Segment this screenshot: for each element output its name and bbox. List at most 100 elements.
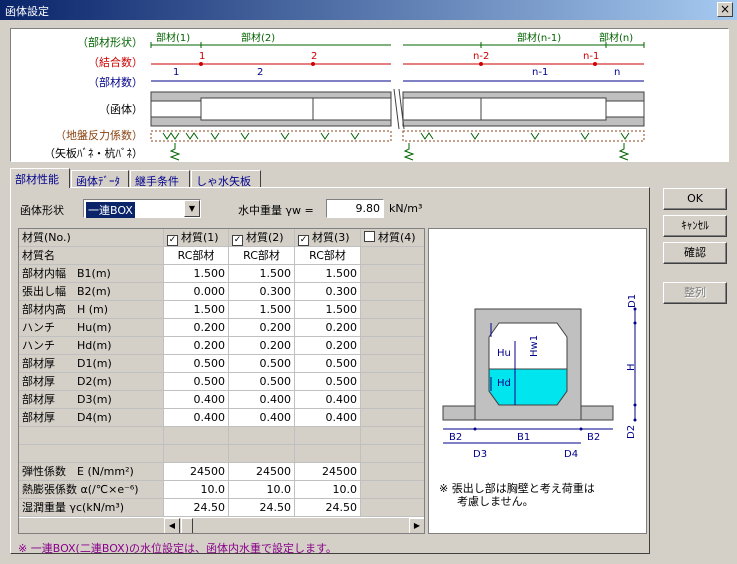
weight-label: 水中重量 γw = bbox=[238, 204, 314, 217]
dim-b2-left: B2 bbox=[449, 432, 462, 443]
table-cell[interactable]: 24500 bbox=[229, 463, 295, 481]
row-label: 部材内高 H (m) bbox=[19, 301, 164, 319]
table-cell-disabled bbox=[361, 319, 424, 337]
row-label: 部材厚 D4(m) bbox=[19, 409, 164, 427]
ok-button[interactable]: OK bbox=[663, 188, 727, 210]
table-cell-disabled bbox=[361, 463, 424, 481]
table-cell[interactable]: 0.500 bbox=[295, 373, 361, 391]
shape-select[interactable]: 一連BOX ▼ bbox=[83, 199, 201, 218]
checkbox-material-2[interactable]: ✓ bbox=[232, 235, 243, 246]
table-cell[interactable] bbox=[295, 427, 361, 445]
table-cell[interactable]: 0.200 bbox=[164, 319, 229, 337]
table-cell[interactable]: 0.200 bbox=[229, 337, 295, 355]
scroll-thumb[interactable] bbox=[181, 518, 193, 533]
table-cell[interactable]: RC部材 bbox=[164, 247, 229, 265]
table-cell-disabled bbox=[361, 373, 424, 391]
tab-cutoff-sheet-pile[interactable]: しゃ水矢板 bbox=[191, 170, 261, 188]
table-cell[interactable]: 0.500 bbox=[164, 355, 229, 373]
table-cell[interactable]: 0.500 bbox=[295, 355, 361, 373]
checkbox-material-3[interactable]: ✓ bbox=[298, 235, 309, 246]
cancel-button[interactable]: ｷｬﾝｾﾙ bbox=[663, 215, 727, 237]
confirm-button[interactable]: 確認 bbox=[663, 242, 727, 264]
table-cell[interactable]: 0.200 bbox=[164, 337, 229, 355]
table-cell[interactable] bbox=[164, 445, 229, 463]
row-label: ハンチ Hd(m) bbox=[19, 337, 164, 355]
table-row: 張出し幅 B2(m) 0.000 0.300 0.300 bbox=[19, 283, 424, 301]
table-cell[interactable]: 0.500 bbox=[229, 373, 295, 391]
checkbox-material-4[interactable] bbox=[364, 231, 375, 242]
table-cell[interactable]: 1.500 bbox=[295, 301, 361, 319]
table-cell-disabled bbox=[361, 265, 424, 283]
table-row: 熱膨張係数 α(/℃×e⁻⁶) 10.0 10.0 10.0 bbox=[19, 481, 424, 499]
table-cell[interactable]: 1.500 bbox=[164, 301, 229, 319]
table-cell[interactable] bbox=[229, 445, 295, 463]
dim-d4: D4 bbox=[564, 449, 578, 460]
table-cell[interactable]: 24.50 bbox=[229, 499, 295, 517]
row-label bbox=[19, 427, 164, 445]
table-cell[interactable]: 10.0 bbox=[164, 481, 229, 499]
dim-hd: Hd bbox=[497, 378, 511, 389]
close-button[interactable]: × bbox=[717, 2, 733, 17]
header-material-3[interactable]: ✓ 材質(3) bbox=[295, 229, 361, 247]
row-label bbox=[19, 445, 164, 463]
weight-input[interactable]: 9.80 bbox=[326, 199, 384, 218]
table-cell-disabled bbox=[361, 409, 424, 427]
table-cell[interactable]: 0.300 bbox=[229, 283, 295, 301]
tab-joint-conditions[interactable]: 継手条件 bbox=[130, 170, 190, 188]
table-cell[interactable]: 24.50 bbox=[295, 499, 361, 517]
table-cell[interactable] bbox=[295, 445, 361, 463]
tab-box-data[interactable]: 函体ﾃﾞｰﾀ bbox=[71, 170, 129, 188]
table-cell[interactable]: 1.500 bbox=[164, 265, 229, 283]
table-row: 弾性係数 E (N/mm²) 24500 24500 24500 bbox=[19, 463, 424, 481]
table-cell[interactable]: 0.300 bbox=[295, 283, 361, 301]
table-cell[interactable]: 0.400 bbox=[295, 409, 361, 427]
chevron-down-icon[interactable]: ▼ bbox=[184, 200, 200, 217]
table-cell[interactable]: 0.500 bbox=[164, 373, 229, 391]
material-table: 材質(No.) ✓ 材質(1) ✓ 材質(2) ✓ 材質(3) 材質(4) 材質名 RC… bbox=[18, 228, 425, 534]
table-cell[interactable]: 0.400 bbox=[295, 391, 361, 409]
arrange-button[interactable]: 整列 bbox=[663, 282, 727, 304]
header-material-4[interactable]: 材質(4) bbox=[361, 229, 424, 247]
table-cell[interactable]: 0.200 bbox=[295, 337, 361, 355]
table-cell[interactable]: 10.0 bbox=[295, 481, 361, 499]
table-cell[interactable] bbox=[164, 427, 229, 445]
horizontal-scrollbar[interactable]: ◀ ▶ bbox=[19, 517, 424, 533]
count-n1: n-1 bbox=[532, 67, 548, 78]
shape-label-2: 部材(2) bbox=[241, 31, 275, 44]
table-row: ハンチ Hu(m) 0.200 0.200 0.200 bbox=[19, 319, 424, 337]
checkbox-material-1[interactable]: ✓ bbox=[167, 235, 178, 246]
row-label: 弾性係数 E (N/mm²) bbox=[19, 463, 164, 481]
table-cell[interactable]: 0.400 bbox=[229, 391, 295, 409]
tab-member-performance[interactable]: 部材性能 bbox=[10, 168, 70, 188]
scroll-right-icon[interactable]: ▶ bbox=[409, 518, 424, 533]
row-label: 部材内幅 B1(m) bbox=[19, 265, 164, 283]
row-label: 材質名 bbox=[19, 247, 164, 265]
table-cell[interactable]: 24500 bbox=[295, 463, 361, 481]
scroll-left-icon[interactable]: ◀ bbox=[164, 518, 180, 533]
table-cell[interactable]: 1.500 bbox=[229, 301, 295, 319]
table-cell[interactable]: 1.500 bbox=[295, 265, 361, 283]
table-cell-disabled bbox=[361, 301, 424, 319]
header-material-2[interactable]: ✓ 材質(2) bbox=[229, 229, 295, 247]
table-cell[interactable]: 0.000 bbox=[164, 283, 229, 301]
footnote: ※ 一連BOX(二連BOX)の水位設定は、函体内水重で設定します。 bbox=[18, 542, 337, 555]
header-material-1[interactable]: ✓ 材質(1) bbox=[164, 229, 229, 247]
table-header-row: 材質(No.) ✓ 材質(1) ✓ 材質(2) ✓ 材質(3) 材質(4) bbox=[19, 229, 424, 247]
table-cell[interactable]: RC部材 bbox=[295, 247, 361, 265]
table-cell[interactable]: 1.500 bbox=[229, 265, 295, 283]
table-cell[interactable]: 0.400 bbox=[164, 409, 229, 427]
table-cell[interactable]: 10.0 bbox=[229, 481, 295, 499]
window-title: 函体設定 bbox=[5, 5, 49, 18]
table-cell[interactable]: 0.400 bbox=[229, 409, 295, 427]
table-cell[interactable]: RC部材 bbox=[229, 247, 295, 265]
table-cell[interactable]: 0.200 bbox=[295, 319, 361, 337]
table-cell-disabled bbox=[361, 355, 424, 373]
table-cell[interactable]: 0.500 bbox=[229, 355, 295, 373]
table-cell-disabled bbox=[361, 445, 424, 463]
shape-select-value: 一連BOX bbox=[86, 202, 135, 218]
table-cell[interactable] bbox=[229, 427, 295, 445]
table-cell[interactable]: 24500 bbox=[164, 463, 229, 481]
table-cell[interactable]: 0.400 bbox=[164, 391, 229, 409]
table-cell[interactable]: 24.50 bbox=[164, 499, 229, 517]
table-cell[interactable]: 0.200 bbox=[229, 319, 295, 337]
